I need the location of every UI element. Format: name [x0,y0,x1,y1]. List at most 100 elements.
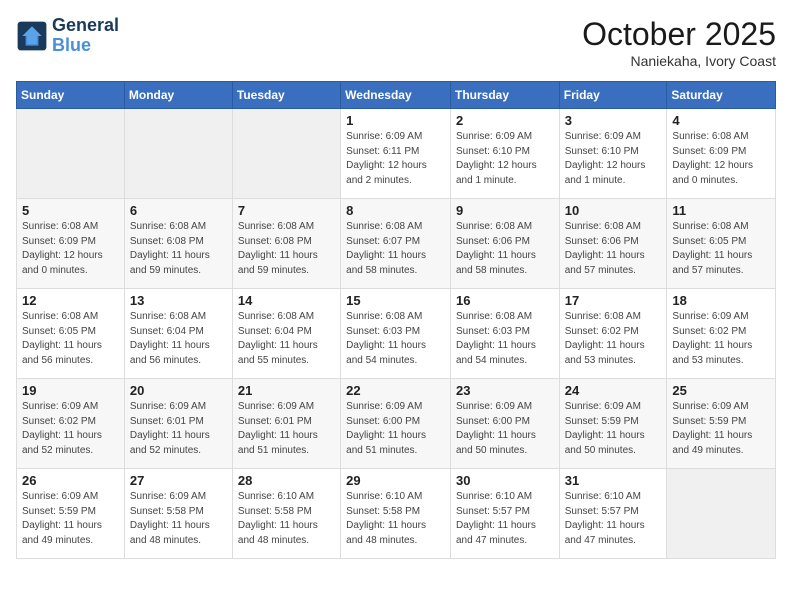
day-info: Sunrise: 6:09 AMSunset: 6:11 PMDaylight:… [346,130,445,188]
day-info: Sunrise: 6:09 AMSunset: 6:10 PMDaylight:… [456,130,554,188]
logo-icon [16,20,48,52]
calendar-cell: 18 Sunrise: 6:09 AMSunset: 6:02 PMDayligh… [667,289,776,379]
calendar-cell: 13Sunrise: 6:08 AMSunset: 6:04 PMDayligh… [124,289,232,379]
day-info: Sunrise: 6:08 AMSunset: 6:09 PMDaylight:… [22,220,119,278]
day-number: 20 [130,383,227,398]
calendar-cell [667,469,776,559]
calendar-cell: 9 Sunrise: 6:08 AMSunset: 6:06 PMDaylight… [450,199,559,289]
page-header: General Blue October 2025 Naniekaha, Ivo… [16,16,776,69]
day-info: Sunrise: 6:10 AMSunset: 5:58 PMDaylight:… [238,490,335,548]
calendar-cell: 7Sunrise: 6:08 AMSunset: 6:08 PMDaylight… [232,199,340,289]
calendar-cell: 30 Sunrise: 6:10 AMSunset: 5:57 PMDayligh… [450,469,559,559]
calendar-cell: 4Sunrise: 6:08 AMSunset: 6:09 PMDaylight… [667,109,776,199]
calendar-week-5: 26 Sunrise: 6:09 AMSunset: 5:59 PMDayligh… [17,469,776,559]
day-info: Sunrise: 6:09 AMSunset: 5:59 PMDaylight:… [22,490,119,548]
weekday-header-monday: Monday [124,82,232,109]
calendar-cell: 24 Sunrise: 6:09 AMSunset: 5:59 PMDayligh… [559,379,667,469]
calendar-cell: 28 Sunrise: 6:10 AMSunset: 5:58 PMDayligh… [232,469,340,559]
location-subtitle: Naniekaha, Ivory Coast [582,53,776,69]
day-number: 1 [346,113,445,128]
day-number: 28 [238,473,335,488]
day-number: 6 [130,203,227,218]
month-title: October 2025 [582,16,776,53]
day-info: Sunrise: 6:09 AMSunset: 6:01 PMDaylight:… [130,400,227,458]
logo: General Blue [16,16,119,56]
day-number: 8 [346,203,445,218]
day-number: 11 [672,203,770,218]
logo-text: General Blue [52,16,119,56]
calendar-week-4: 19 Sunrise: 6:09 AMSunset: 6:02 PMDayligh… [17,379,776,469]
day-number: 19 [22,383,119,398]
day-info: Sunrise: 6:08 AMSunset: 6:03 PMDaylight:… [346,310,445,368]
calendar-cell: 14Sunrise: 6:08 AMSunset: 6:04 PMDayligh… [232,289,340,379]
day-number: 22 [346,383,445,398]
calendar-cell: 20 Sunrise: 6:09 AMSunset: 6:01 PMDayligh… [124,379,232,469]
calendar-cell: 10 Sunrise: 6:08 AMSunset: 6:06 PMDayligh… [559,199,667,289]
day-number: 30 [456,473,554,488]
day-info: Sunrise: 6:10 AMSunset: 5:58 PMDaylight:… [346,490,445,548]
day-info: Sunrise: 6:09 AMSunset: 5:59 PMDaylight:… [565,400,662,458]
day-number: 10 [565,203,662,218]
day-number: 12 [22,293,119,308]
day-number: 15 [346,293,445,308]
day-number: 24 [565,383,662,398]
day-number: 9 [456,203,554,218]
day-info: Sunrise: 6:08 AMSunset: 6:06 PMDaylight:… [565,220,662,278]
calendar-week-1: 1 Sunrise: 6:09 AMSunset: 6:11 PMDaylight… [17,109,776,199]
day-info: Sunrise: 6:09 AMSunset: 6:10 PMDaylight:… [565,130,662,188]
day-number: 18 [672,293,770,308]
day-number: 5 [22,203,119,218]
day-number: 29 [346,473,445,488]
day-info: Sunrise: 6:08 AMSunset: 6:05 PMDaylight:… [22,310,119,368]
weekday-header-wednesday: Wednesday [341,82,451,109]
day-number: 23 [456,383,554,398]
day-info: Sunrise: 6:09 AMSunset: 5:59 PMDaylight:… [672,400,770,458]
day-info: Sunrise: 6:09 AMSunset: 6:02 PMDaylight:… [22,400,119,458]
calendar-cell: 16Sunrise: 6:08 AMSunset: 6:03 PMDayligh… [450,289,559,379]
day-info: Sunrise: 6:09 AMSunset: 6:02 PMDaylight:… [672,310,770,368]
day-info: Sunrise: 6:09 AMSunset: 5:58 PMDaylight:… [130,490,227,548]
weekday-header-friday: Friday [559,82,667,109]
calendar-week-3: 12 Sunrise: 6:08 AMSunset: 6:05 PMDayligh… [17,289,776,379]
day-number: 14 [238,293,335,308]
day-info: Sunrise: 6:09 AMSunset: 6:00 PMDaylight:… [346,400,445,458]
day-info: Sunrise: 6:08 AMSunset: 6:06 PMDaylight:… [456,220,554,278]
calendar-cell: 12 Sunrise: 6:08 AMSunset: 6:05 PMDayligh… [17,289,125,379]
day-number: 26 [22,473,119,488]
calendar-cell: 25Sunrise: 6:09 AMSunset: 5:59 PMDayligh… [667,379,776,469]
calendar-cell: 6Sunrise: 6:08 AMSunset: 6:08 PMDaylight… [124,199,232,289]
day-info: Sunrise: 6:10 AMSunset: 5:57 PMDaylight:… [565,490,662,548]
day-info: Sunrise: 6:08 AMSunset: 6:02 PMDaylight:… [565,310,662,368]
calendar-cell [232,109,340,199]
day-info: Sunrise: 6:10 AMSunset: 5:57 PMDaylight:… [456,490,554,548]
calendar-cell: 26 Sunrise: 6:09 AMSunset: 5:59 PMDayligh… [17,469,125,559]
calendar-cell: 21 Sunrise: 6:09 AMSunset: 6:01 PMDayligh… [232,379,340,469]
day-number: 21 [238,383,335,398]
calendar-cell: 19 Sunrise: 6:09 AMSunset: 6:02 PMDayligh… [17,379,125,469]
calendar-cell: 17Sunrise: 6:08 AMSunset: 6:02 PMDayligh… [559,289,667,379]
day-info: Sunrise: 6:08 AMSunset: 6:03 PMDaylight:… [456,310,554,368]
calendar-cell: 5 Sunrise: 6:08 AMSunset: 6:09 PMDaylight… [17,199,125,289]
day-number: 31 [565,473,662,488]
calendar-cell: 29 Sunrise: 6:10 AMSunset: 5:58 PMDayligh… [341,469,451,559]
weekday-header-thursday: Thursday [450,82,559,109]
day-info: Sunrise: 6:08 AMSunset: 6:07 PMDaylight:… [346,220,445,278]
calendar-cell: 1 Sunrise: 6:09 AMSunset: 6:11 PMDaylight… [341,109,451,199]
day-number: 13 [130,293,227,308]
day-number: 3 [565,113,662,128]
calendar-cell: 22 Sunrise: 6:09 AMSunset: 6:00 PMDayligh… [341,379,451,469]
day-number: 27 [130,473,227,488]
day-info: Sunrise: 6:09 AMSunset: 6:01 PMDaylight:… [238,400,335,458]
weekday-header-sunday: Sunday [17,82,125,109]
calendar-cell: 31 Sunrise: 6:10 AMSunset: 5:57 PMDayligh… [559,469,667,559]
day-info: Sunrise: 6:09 AMSunset: 6:00 PMDaylight:… [456,400,554,458]
calendar-cell: 3 Sunrise: 6:09 AMSunset: 6:10 PMDaylight… [559,109,667,199]
day-number: 7 [238,203,335,218]
day-number: 2 [456,113,554,128]
calendar-cell: 23 Sunrise: 6:09 AMSunset: 6:00 PMDayligh… [450,379,559,469]
calendar-cell [17,109,125,199]
weekday-header-row: SundayMondayTuesdayWednesdayThursdayFrid… [17,82,776,109]
calendar-cell [124,109,232,199]
calendar-cell: 27 Sunrise: 6:09 AMSunset: 5:58 PMDayligh… [124,469,232,559]
calendar-cell: 11Sunrise: 6:08 AMSunset: 6:05 PMDayligh… [667,199,776,289]
